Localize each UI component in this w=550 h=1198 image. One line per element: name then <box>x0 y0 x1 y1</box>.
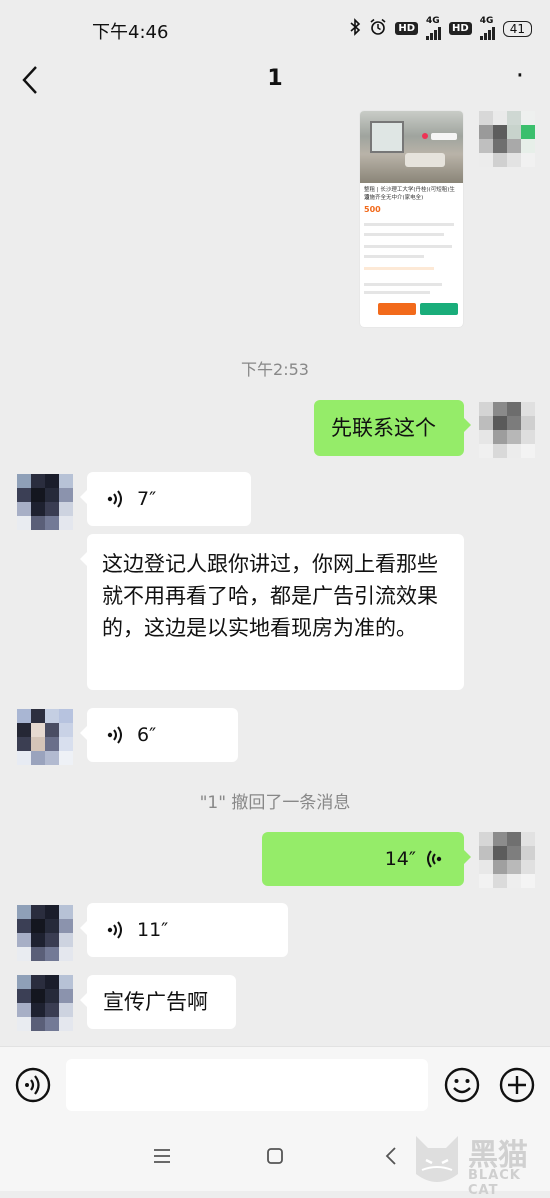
signal-icon-2: 4G <box>479 16 495 40</box>
emoji-button[interactable] <box>443 1066 481 1104</box>
more-functions-button[interactable] <box>498 1066 536 1104</box>
network-type-2: 4G <box>479 16 494 26</box>
avatar-contact[interactable] <box>17 905 73 961</box>
listing-price: 500 <box>364 205 381 214</box>
message-bubble-received[interactable]: 宣传广告啊 <box>80 975 236 1029</box>
avatar-self[interactable] <box>479 111 535 167</box>
plus-icon <box>499 1067 535 1103</box>
listing-contact-button <box>378 303 416 315</box>
emoji-icon <box>444 1067 480 1103</box>
message-timestamp: 下午2:53 <box>241 360 309 379</box>
voice-wave-icon <box>107 726 122 744</box>
status-icons: HD 4G HD 4G 41 <box>349 17 532 40</box>
voice-duration: 14″ <box>384 848 416 870</box>
message-bubble-received[interactable]: 这边登记人跟你讲过，你网上看那些就不用再看了哈，都是广告引流效果的，这边是以实地… <box>80 534 464 690</box>
voice-message-sent[interactable]: 14″ <box>262 832 471 886</box>
listing-photo <box>360 111 463 183</box>
message-text: 宣传广告啊 <box>103 990 208 1014</box>
status-time: 下午4:46 <box>92 22 169 43</box>
avatar-self[interactable] <box>479 832 535 888</box>
watermark-logo: 黑猫 BLACK CAT <box>412 1128 548 1198</box>
message-text: 这边登记人跟你讲过，你网上看那些就不用再看了哈，都是广告引流效果的，这边是以实地… <box>102 552 438 640</box>
avatar-contact[interactable] <box>17 474 73 530</box>
recall-notice: "1" 撤回了一条消息 <box>199 793 351 813</box>
status-bar: 下午4:46 HD 4G HD 4G 41 <box>0 0 550 60</box>
voice-duration: 7″ <box>137 488 157 510</box>
message-input[interactable] <box>66 1059 428 1111</box>
chat-title: 1 <box>267 66 283 91</box>
voice-message-received[interactable]: 11″ <box>80 903 288 957</box>
alarm-icon <box>369 18 387 40</box>
home-button[interactable] <box>266 1147 284 1165</box>
voice-wave-icon <box>107 490 122 508</box>
more-options-button[interactable]: · <box>516 63 524 89</box>
network-type-1: 4G <box>426 16 440 26</box>
square-icon <box>267 1148 283 1164</box>
hd-badge-2: HD <box>449 22 472 35</box>
avatar-contact[interactable] <box>17 709 73 765</box>
listing-card-image[interactable]: 整租 | 长沙理工大学(丹桂)(可短租)生活 设施齐全无中介(家电全) 500 <box>360 111 463 327</box>
recent-apps-button[interactable] <box>152 1147 172 1165</box>
voice-wave-icon <box>427 850 442 868</box>
back-chevron-icon <box>385 1147 396 1165</box>
menu-icon <box>154 1149 170 1163</box>
voice-duration: 11″ <box>137 919 169 941</box>
watermark-en: BLACK CAT <box>468 1168 521 1198</box>
voice-message-received[interactable]: 7″ <box>80 472 251 526</box>
battery-indicator: 41 <box>502 20 532 37</box>
voice-duration: 6″ <box>137 724 157 746</box>
message-text: 先联系这个 <box>331 416 436 440</box>
nav-back-button[interactable] <box>383 1145 399 1167</box>
cat-logo-icon <box>416 1136 458 1182</box>
message-bubble-sent[interactable]: 先联系这个 <box>314 400 471 456</box>
avatar-contact[interactable] <box>17 975 73 1031</box>
hd-badge-1: HD <box>395 22 419 35</box>
signal-icon-1: 4G <box>426 16 442 40</box>
voice-input-toggle-button[interactable] <box>14 1066 52 1104</box>
avatar-self[interactable] <box>479 402 535 458</box>
voice-mode-icon <box>15 1067 51 1103</box>
listing-title-line-2: 设施齐全无中介(家电全) <box>364 195 424 201</box>
voice-message-received[interactable]: 6″ <box>80 708 238 762</box>
listing-call-button <box>420 303 458 315</box>
voice-wave-icon <box>107 921 122 939</box>
bluetooth-icon <box>349 17 361 40</box>
